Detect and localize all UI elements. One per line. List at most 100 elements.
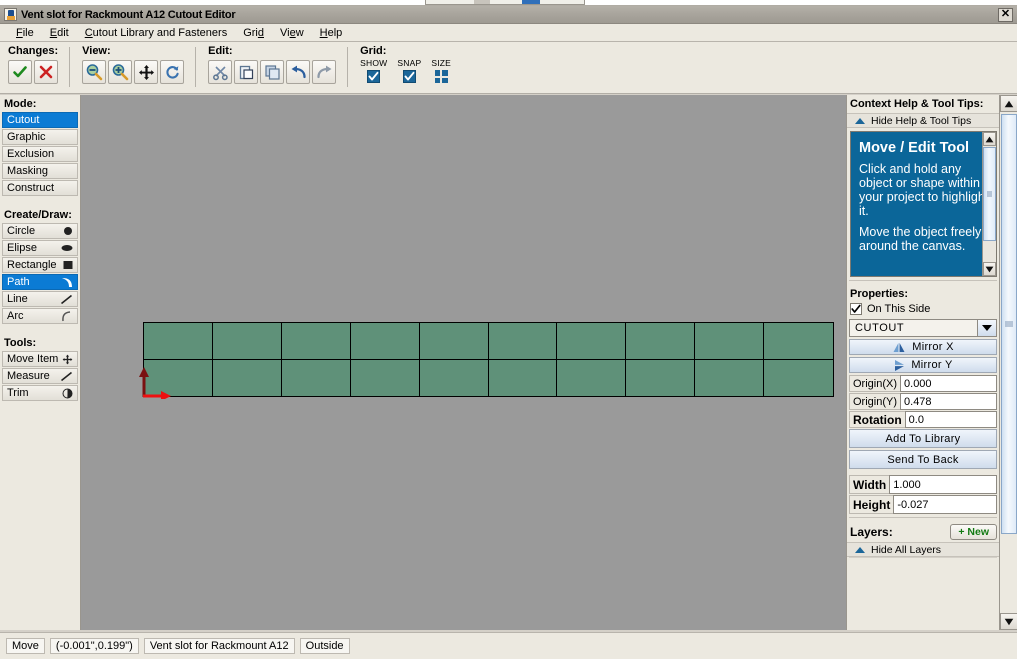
grid-show-checkbox[interactable] xyxy=(367,70,381,83)
mirror-y-button[interactable]: Mirror Y xyxy=(849,357,997,373)
pan-button[interactable] xyxy=(134,60,159,84)
mode-section-title: Mode: xyxy=(4,98,37,110)
on-this-side-checkbox[interactable] xyxy=(850,303,862,315)
menu-item-file[interactable]: File xyxy=(8,25,42,41)
copy-button[interactable] xyxy=(260,60,285,84)
menu-item-view[interactable]: View xyxy=(272,25,312,41)
panel-scroll-thumb[interactable] xyxy=(1001,114,1017,534)
panel-scroll-down-button[interactable] xyxy=(1000,613,1017,630)
rotation-input[interactable]: 0.0 xyxy=(904,411,997,428)
zoom-in-button[interactable] xyxy=(108,60,133,84)
toolbar-group-grid: Grid: SHOW SNAP SIZE xyxy=(352,42,459,83)
create-item-path[interactable]: Path xyxy=(2,274,78,290)
create-item-rectangle[interactable]: Rectangle xyxy=(2,257,78,273)
vent-slot-grid-shape[interactable] xyxy=(143,322,834,397)
on-this-side-row: On This Side xyxy=(847,303,999,319)
chevron-down-icon xyxy=(985,266,994,272)
new-layer-button[interactable]: + New xyxy=(950,524,997,540)
background-window-button-2 xyxy=(522,0,540,4)
height-input[interactable]: -0.027 xyxy=(893,495,997,514)
background-window-button-1 xyxy=(474,0,490,4)
check-icon xyxy=(13,66,27,78)
mode-item-graphic[interactable]: Graphic xyxy=(2,129,78,145)
send-to-back-label: Send To Back xyxy=(887,453,959,466)
hide-all-layers-toggle[interactable]: Hide All Layers xyxy=(847,542,999,557)
clipboard-icon xyxy=(239,65,253,79)
mode-item-masking[interactable]: Masking xyxy=(2,163,78,179)
undo-button[interactable] xyxy=(286,60,311,84)
menu-item-help[interactable]: Help xyxy=(312,25,351,41)
arc-icon xyxy=(60,310,73,322)
window-title: Vent slot for Rackmount A12 Cutout Edito… xyxy=(21,8,236,21)
help-text-body: Move / Edit Tool Click and hold any obje… xyxy=(851,132,996,253)
mirror-x-button[interactable]: Mirror X xyxy=(849,339,997,355)
grid-snap-checkbox[interactable] xyxy=(402,70,416,83)
chevron-down-icon[interactable] xyxy=(977,320,996,336)
shape-cell xyxy=(557,359,627,396)
check-icon xyxy=(851,304,861,313)
tool-item-move-item-label: Move Item xyxy=(7,353,59,365)
shape-cell xyxy=(488,323,558,360)
hide-help-toggle[interactable]: Hide Help & Tool Tips xyxy=(847,113,999,128)
object-type-select[interactable]: CUTOUT xyxy=(849,319,997,337)
menu-item-cutout-library[interactable]: Cutout Library and Fasteners xyxy=(77,25,235,41)
zoom-out-button[interactable] xyxy=(82,60,107,84)
origin-y-input[interactable]: 0.478 xyxy=(900,393,997,410)
reject-changes-button[interactable] xyxy=(34,60,58,84)
width-input[interactable]: 1.000 xyxy=(889,475,997,494)
mode-item-cutout[interactable]: Cutout xyxy=(2,112,78,128)
tool-item-move-item[interactable]: Move Item xyxy=(2,351,78,367)
create-item-circle[interactable]: Circle xyxy=(2,223,78,239)
check-icon xyxy=(404,71,415,81)
paste-button[interactable] xyxy=(234,60,259,84)
panel-scroll-up-button[interactable] xyxy=(1000,95,1017,112)
properties-title: Properties: xyxy=(850,288,909,300)
status-mode: Move xyxy=(6,638,45,654)
menu-item-edit[interactable]: Edit xyxy=(42,25,77,41)
origin-x-input[interactable]: 0.000 xyxy=(900,375,997,392)
copy-icon xyxy=(265,64,280,80)
redo-button[interactable] xyxy=(312,60,337,84)
on-this-side-label: On This Side xyxy=(867,303,931,315)
right-panel-scrollbar[interactable] xyxy=(999,95,1017,630)
toolbar-group-edit-label: Edit: xyxy=(208,45,233,57)
help-heading: Move / Edit Tool xyxy=(859,140,970,156)
menu-item-grid[interactable]: Grid xyxy=(235,25,272,41)
title-bar: Vent slot for Rackmount A12 Cutout Edito… xyxy=(0,6,1017,24)
mode-item-construct[interactable]: Construct xyxy=(2,180,78,196)
add-to-library-button[interactable]: Add To Library xyxy=(849,429,997,448)
shape-cell xyxy=(212,323,282,360)
create-item-arc[interactable]: Arc xyxy=(2,308,78,324)
mode-item-cutout-label: Cutout xyxy=(7,114,40,126)
create-item-line[interactable]: Line xyxy=(2,291,78,307)
mirror-y-label: Mirror Y xyxy=(911,359,953,371)
help-scroll-down-button[interactable] xyxy=(983,262,996,276)
grid-snap-control: SNAP xyxy=(397,58,421,83)
menu-bar: File Edit Cutout Library and Fasteners G… xyxy=(0,24,1017,42)
layers-list[interactable] xyxy=(849,557,997,623)
panel-divider-1 xyxy=(849,280,997,281)
create-item-elipse[interactable]: Elipse xyxy=(2,240,78,256)
menu-item-file-label: ile xyxy=(22,26,34,39)
grid-snap-label: SNAP xyxy=(397,58,422,68)
panel-spacer-1 xyxy=(0,197,80,206)
accept-changes-button[interactable] xyxy=(8,60,32,84)
help-scrollbar[interactable] xyxy=(982,132,996,276)
refresh-button[interactable] xyxy=(160,60,185,84)
help-scroll-up-button[interactable] xyxy=(983,132,996,146)
mode-item-masking-label: Masking xyxy=(7,165,48,177)
close-icon[interactable]: ✕ xyxy=(998,7,1013,22)
refresh-icon xyxy=(166,65,179,78)
grid-size-icon[interactable] xyxy=(434,70,448,83)
help-scroll-thumb[interactable] xyxy=(983,147,996,241)
drawing-canvas[interactable] xyxy=(81,95,846,630)
width-label: Width xyxy=(849,475,890,494)
grid-show-control: SHOW xyxy=(360,58,387,83)
tool-item-measure[interactable]: Measure xyxy=(2,368,78,384)
mode-item-exclusion[interactable]: Exclusion xyxy=(2,146,78,162)
rotation-row: Rotation 0.0 xyxy=(849,411,997,428)
tool-item-trim[interactable]: Trim xyxy=(2,385,78,401)
send-to-back-button[interactable]: Send To Back xyxy=(849,450,997,469)
cut-button[interactable] xyxy=(208,60,233,84)
create-item-path-label: Path xyxy=(7,276,30,288)
